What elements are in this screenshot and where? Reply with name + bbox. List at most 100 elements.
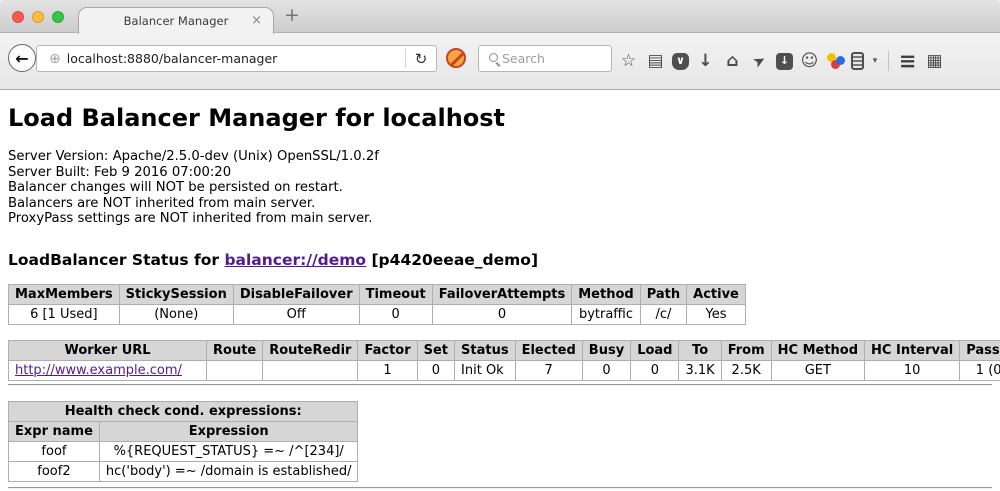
table-row: foof%{REQUEST_STATUS} =~ /^[234]/	[9, 441, 358, 461]
battery-icon[interactable]	[851, 52, 864, 70]
column-header: Route	[207, 340, 263, 360]
column-header: Timeout	[359, 284, 432, 304]
cell: 0	[631, 360, 679, 380]
pages-icon[interactable]: ▦	[924, 51, 945, 72]
balancer-status-heading: LoadBalancer Status for balancer://demo …	[8, 251, 992, 269]
page-content: Load Balancer Manager for localhost Serv…	[0, 90, 1000, 491]
column-header: Expression	[99, 421, 358, 441]
column-header: Path	[640, 284, 686, 304]
column-header: Active	[687, 284, 746, 304]
cell: %{REQUEST_STATUS} =~ /^[234]/	[99, 441, 358, 461]
column-header: Worker URL	[9, 340, 207, 360]
traffic-light-minimize[interactable]	[32, 11, 44, 23]
back-button[interactable]: ←	[8, 44, 36, 72]
column-header: Status	[455, 340, 516, 360]
browser-window: Balancer Manager × + ← ⊕ localhost:8880/…	[0, 0, 1000, 491]
navigation-toolbar: ← ⊕ localhost:8880/balancer-manager ↻ Se…	[0, 33, 1000, 90]
cell: foof2	[9, 461, 100, 481]
pocket-icon[interactable]: ∨	[672, 53, 689, 70]
cell: 0	[417, 360, 454, 380]
info-line: Balancer changes will NOT be persisted o…	[8, 180, 992, 196]
video-download-icon[interactable]: ↓	[776, 53, 793, 70]
cell: bytraffic	[572, 304, 640, 324]
info-line: Balancers are NOT inherited from main se…	[8, 196, 992, 212]
horizontal-rule	[8, 384, 992, 386]
balancer-settings-table: MaxMembersStickySessionDisableFailoverTi…	[8, 284, 746, 325]
tab-bar: Balancer Manager × +	[0, 0, 1000, 33]
cell: 6 [1 Used]	[9, 304, 120, 324]
search-bar[interactable]: Search	[478, 45, 612, 72]
traffic-light-close[interactable]	[12, 11, 24, 23]
server-info: Server Version: Apache/2.5.0-dev (Unix) …	[8, 149, 992, 227]
tab-title: Balancer Manager	[124, 14, 229, 28]
column-header: FailoverAttempts	[432, 284, 572, 304]
cell: 0	[359, 304, 432, 324]
page-title: Load Balancer Manager for localhost	[8, 104, 992, 132]
url-bar[interactable]: ⊕ localhost:8880/balancer-manager ↻	[36, 45, 437, 72]
downloads-icon[interactable]: ↓	[695, 51, 716, 72]
heading-suffix: [p4420eeae_demo]	[366, 251, 538, 269]
colored-dots-icon[interactable]	[826, 52, 845, 70]
tab-close-icon[interactable]: ×	[251, 13, 262, 28]
send-icon[interactable]: ➤	[745, 47, 773, 75]
toolbar-divider	[888, 51, 889, 71]
reading-list-icon[interactable]: ▤	[645, 51, 666, 72]
horizontal-rule	[8, 487, 992, 489]
info-line: Server Version: Apache/2.5.0-dev (Unix) …	[8, 149, 992, 165]
cell: 1	[358, 360, 417, 380]
cell: (None)	[119, 304, 233, 324]
column-header: StickySession	[119, 284, 233, 304]
dropdown-caret-icon[interactable]: ▾	[870, 51, 880, 72]
worker-status-table: Worker URLRouteRouteRedirFactorSetStatus…	[8, 340, 1000, 381]
table-title: Health check cond. expressions:	[9, 401, 358, 421]
search-icon	[489, 53, 498, 62]
column-header: Busy	[582, 340, 630, 360]
column-header: Elected	[515, 340, 582, 360]
cell: http://www.example.com/	[9, 360, 207, 380]
table-row: 6 [1 Used](None)Off00bytraffic/c/Yes	[9, 304, 746, 324]
column-header: Expr name	[9, 421, 100, 441]
new-tab-button[interactable]: +	[284, 4, 300, 26]
toolbar-buttons: ☆▤∨↓⌂➤↓☺▾≡▦	[618, 33, 945, 89]
smiley-icon[interactable]: ☺	[799, 51, 820, 72]
cell	[263, 360, 358, 380]
column-header: Passes	[960, 340, 1000, 360]
cell: Yes	[687, 304, 746, 324]
health-check-table: Health check cond. expressions:Expr name…	[8, 401, 358, 482]
window-controls	[12, 11, 64, 23]
reload-button[interactable]: ↻	[406, 50, 436, 68]
worker-url-link[interactable]: http://www.example.com/	[15, 363, 182, 378]
cell: 2.5K	[721, 360, 771, 380]
cell: hc('body') =~ /domain is established/	[99, 461, 358, 481]
column-header: HC Interval	[865, 340, 960, 360]
cell: 7	[515, 360, 582, 380]
column-header: RouteRedir	[263, 340, 358, 360]
column-header: Method	[572, 284, 640, 304]
home-icon[interactable]: ⌂	[722, 51, 743, 72]
column-header: Set	[417, 340, 454, 360]
cell: Off	[233, 304, 359, 324]
search-placeholder: Search	[502, 51, 545, 66]
column-header: From	[721, 340, 771, 360]
tab-balancer-manager[interactable]: Balancer Manager ×	[78, 7, 274, 34]
cell: 0	[582, 360, 630, 380]
table-row: foof2hc('body') =~ /domain is establishe…	[9, 461, 358, 481]
cell: 0	[432, 304, 572, 324]
cell: /c/	[640, 304, 686, 324]
cell: foof	[9, 441, 100, 461]
info-line: Server Built: Feb 9 2016 07:00:20	[8, 165, 992, 181]
bookmark-star-icon[interactable]: ☆	[618, 51, 639, 72]
content-blocker-icon[interactable]	[446, 48, 466, 68]
cell: 1 (0)	[960, 360, 1000, 380]
traffic-light-zoom[interactable]	[52, 11, 64, 23]
table-row: http://www.example.com/10Init Ok7003.1K2…	[9, 360, 1000, 380]
dot	[836, 56, 845, 65]
menu-icon[interactable]: ≡	[897, 51, 918, 72]
column-header: DisableFailover	[233, 284, 359, 304]
balancer-link[interactable]: balancer://demo	[224, 251, 366, 269]
column-header: MaxMembers	[9, 284, 120, 304]
column-header: HC Method	[771, 340, 864, 360]
cell: 3.1K	[679, 360, 721, 380]
cell: Init Ok	[455, 360, 516, 380]
url-text: localhost:8880/balancer-manager	[67, 51, 405, 66]
